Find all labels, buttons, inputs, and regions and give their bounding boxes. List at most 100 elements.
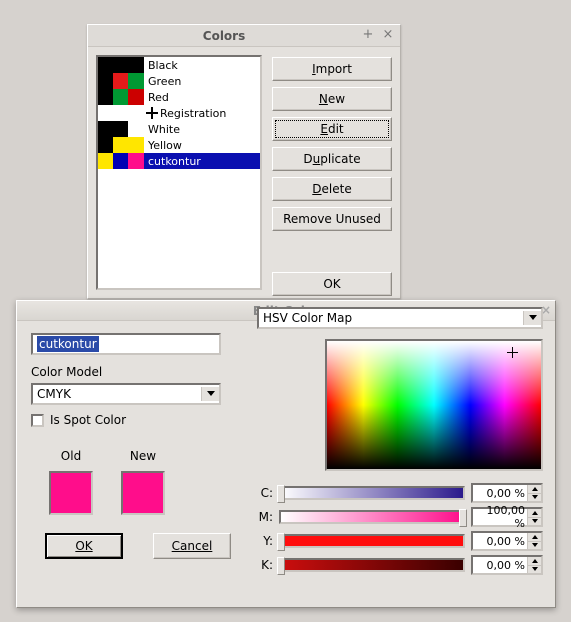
duplicate-button[interactable]: Duplicate bbox=[272, 147, 392, 171]
channel-spinbox[interactable]: 0,00 % bbox=[471, 483, 543, 503]
colors-ok-button[interactable]: OK bbox=[272, 272, 392, 296]
remove-unused-button[interactable]: Remove Unused bbox=[272, 207, 392, 231]
color-model-combo[interactable]: CMYK bbox=[31, 383, 221, 405]
list-item-label: Registration bbox=[160, 107, 226, 120]
chevron-down-icon bbox=[523, 311, 541, 325]
channel-label: Y: bbox=[257, 534, 273, 548]
registration-icon bbox=[146, 107, 158, 119]
channel-spinbox[interactable]: 0,00 % bbox=[471, 531, 543, 551]
color-swatch-icon bbox=[98, 73, 113, 89]
list-item-label: Red bbox=[148, 91, 169, 104]
color-swatch-icon bbox=[128, 137, 144, 153]
color-swatch-icon bbox=[128, 153, 144, 169]
new-button[interactable]: New bbox=[272, 87, 392, 111]
color-swatch-icon bbox=[98, 57, 113, 73]
color-swatch-icon bbox=[98, 121, 113, 137]
channel-row: M: 100,00 % bbox=[257, 505, 543, 529]
edit-right-column: HSV Color Map C:0,00 %M:100,00 %Y:0,00 %… bbox=[257, 333, 543, 577]
slider-knob-icon[interactable] bbox=[277, 557, 285, 575]
color-swatch-icon bbox=[128, 57, 144, 73]
spin-down-icon[interactable] bbox=[528, 518, 541, 526]
delete-button[interactable]: Delete bbox=[272, 177, 392, 201]
old-swatch bbox=[49, 471, 93, 515]
edit-left-column: cutkontur Color Model CMYK Is Spot Color… bbox=[31, 333, 251, 559]
spin-up-icon[interactable] bbox=[528, 533, 541, 542]
name-input[interactable]: cutkontur bbox=[31, 333, 221, 355]
color-swatch-icon bbox=[113, 153, 128, 169]
new-swatch bbox=[121, 471, 165, 515]
close-icon[interactable]: × bbox=[380, 28, 396, 44]
slider-knob-icon[interactable] bbox=[459, 509, 467, 527]
color-swatch-icon bbox=[128, 89, 144, 105]
color-map-marker-icon[interactable] bbox=[507, 347, 518, 358]
channel-label: K: bbox=[257, 558, 273, 572]
list-item[interactable]: Black bbox=[98, 57, 260, 73]
channel-slider[interactable] bbox=[279, 558, 465, 572]
color-swatch-icon bbox=[113, 73, 128, 89]
ok-button[interactable]: OK bbox=[45, 533, 123, 559]
list-item[interactable]: cutkontur bbox=[98, 153, 260, 169]
spin-up-icon[interactable] bbox=[528, 485, 541, 494]
cmyk-channels: C: 0,00 % M: 100,00 % Y: 0,00 % K: 0,00 % bbox=[257, 481, 543, 577]
spot-color-checkbox[interactable] bbox=[31, 414, 44, 427]
color-swatch-icon bbox=[128, 105, 144, 121]
channel-spinbox[interactable]: 100,00 % bbox=[471, 507, 543, 527]
list-item[interactable]: Green bbox=[98, 73, 260, 89]
color-model-label: Color Model bbox=[31, 365, 251, 379]
chevron-down-icon bbox=[201, 387, 219, 401]
channel-row: Y: 0,00 % bbox=[257, 529, 543, 553]
list-item[interactable]: White bbox=[98, 121, 260, 137]
channel-value: 0,00 % bbox=[473, 559, 527, 572]
channel-value: 0,00 % bbox=[473, 487, 527, 500]
spin-down-icon[interactable] bbox=[528, 542, 541, 550]
slider-knob-icon[interactable] bbox=[277, 485, 285, 503]
colors-button-column: Import New Edit Duplicate Delete Remove … bbox=[272, 55, 392, 290]
edit-button[interactable]: Edit bbox=[272, 117, 392, 141]
list-item-label: cutkontur bbox=[148, 155, 201, 168]
channel-row: K: 0,00 % bbox=[257, 553, 543, 577]
color-swatch-icon bbox=[128, 121, 144, 137]
color-swatch-icon bbox=[113, 105, 128, 121]
list-item[interactable]: Registration bbox=[98, 105, 260, 121]
spin-up-icon[interactable] bbox=[528, 557, 541, 566]
old-swatch-label: Old bbox=[61, 449, 81, 463]
channel-label: C: bbox=[257, 486, 273, 500]
import-button[interactable]: Import bbox=[272, 57, 392, 81]
channel-value: 0,00 % bbox=[473, 535, 527, 548]
color-swatch-icon bbox=[113, 57, 128, 73]
color-swatch-icon bbox=[98, 89, 113, 105]
color-swatch-icon bbox=[128, 73, 144, 89]
color-map-combo[interactable]: HSV Color Map bbox=[257, 307, 543, 329]
channel-value: 100,00 % bbox=[473, 504, 527, 530]
new-swatch-label: New bbox=[130, 449, 156, 463]
color-list[interactable]: Black Green Red RegistrationWhite Yellow cutk… bbox=[96, 55, 262, 290]
hsv-color-map[interactable] bbox=[325, 339, 543, 471]
list-item-label: Yellow bbox=[148, 139, 182, 152]
list-item-label: Black bbox=[148, 59, 178, 72]
channel-slider[interactable] bbox=[279, 534, 465, 548]
spin-up-icon[interactable] bbox=[528, 509, 541, 518]
minimize-icon[interactable]: + bbox=[360, 28, 376, 44]
colors-titlebar: Colors + × bbox=[88, 25, 400, 47]
slider-knob-icon[interactable] bbox=[277, 533, 285, 551]
colors-title: Colors bbox=[88, 29, 360, 43]
channel-label: M: bbox=[257, 510, 273, 524]
edit-color-dialog: Edit Color × Name: cutkontur Color Model… bbox=[16, 300, 556, 608]
color-swatch-icon bbox=[113, 121, 128, 137]
channel-slider[interactable] bbox=[279, 510, 465, 524]
list-item[interactable]: Yellow bbox=[98, 137, 260, 153]
cancel-button[interactable]: Cancel bbox=[153, 533, 231, 559]
channel-row: C: 0,00 % bbox=[257, 481, 543, 505]
color-swatch-icon bbox=[113, 137, 128, 153]
list-item[interactable]: Red bbox=[98, 89, 260, 105]
color-swatch-icon bbox=[98, 137, 113, 153]
spin-down-icon[interactable] bbox=[528, 494, 541, 502]
channel-slider[interactable] bbox=[279, 486, 465, 500]
spin-down-icon[interactable] bbox=[528, 566, 541, 574]
color-swatch-icon bbox=[98, 153, 113, 169]
list-item-label: Green bbox=[148, 75, 181, 88]
spot-color-label: Is Spot Color bbox=[50, 413, 126, 427]
color-swatch-icon bbox=[113, 89, 128, 105]
colors-window: Colors + × Black Green Red RegistrationWhit… bbox=[87, 24, 401, 299]
channel-spinbox[interactable]: 0,00 % bbox=[471, 555, 543, 575]
